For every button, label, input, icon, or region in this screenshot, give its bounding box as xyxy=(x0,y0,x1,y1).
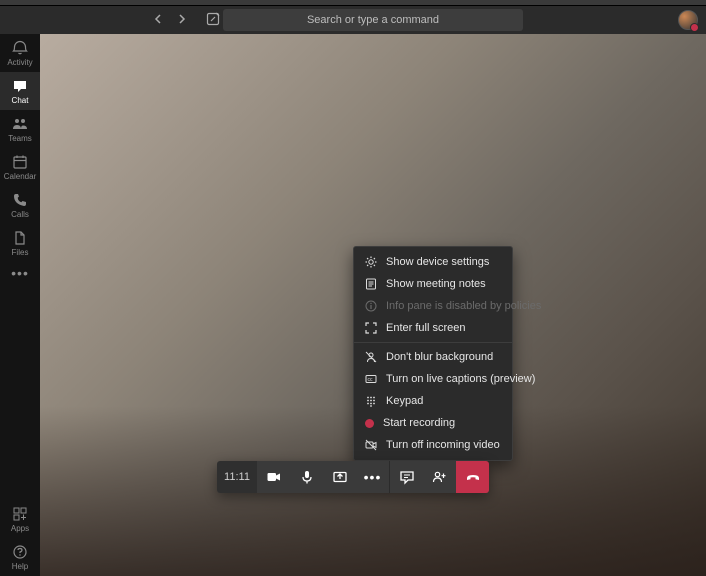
menu-label: Info pane is disabled by policies xyxy=(386,300,541,312)
menu-live-captions[interactable]: cc Turn on live captions (preview) xyxy=(354,368,512,390)
toggle-camera-button[interactable] xyxy=(257,461,290,493)
more-icon: ••• xyxy=(0,268,40,278)
keypad-icon xyxy=(365,395,377,407)
chat-icon xyxy=(399,469,415,485)
menu-label: Turn off incoming video xyxy=(386,439,500,451)
notes-icon xyxy=(365,278,377,290)
menu-label: Keypad xyxy=(386,395,423,407)
people-icon xyxy=(432,469,448,485)
fullscreen-icon xyxy=(365,322,377,334)
rail-activity[interactable]: Activity xyxy=(0,34,40,72)
search-input[interactable]: Search or type a command xyxy=(223,9,523,31)
menu-label: Start recording xyxy=(383,417,455,429)
new-chat-button[interactable] xyxy=(206,12,220,29)
rail-calls[interactable]: Calls xyxy=(0,186,40,224)
hangup-icon xyxy=(464,468,482,486)
rail-help[interactable]: Help xyxy=(0,538,40,576)
rail-files[interactable]: Files xyxy=(0,224,40,262)
more-actions-button[interactable]: ••• xyxy=(356,461,389,493)
captions-icon: cc xyxy=(365,373,377,385)
menu-fullscreen[interactable]: Enter full screen xyxy=(354,317,512,339)
rail-label: Activity xyxy=(7,58,32,67)
menu-info-pane-disabled: Info pane is disabled by policies xyxy=(354,295,512,317)
rail-label: Apps xyxy=(11,524,29,533)
title-bar: Search or type a command xyxy=(0,6,706,34)
more-icon: ••• xyxy=(364,469,382,485)
app-rail: Activity Chat Teams Calendar Calls Files… xyxy=(0,34,40,576)
rail-label: Calls xyxy=(11,210,29,219)
menu-separator xyxy=(354,342,512,343)
svg-text:cc: cc xyxy=(368,377,374,383)
mic-icon xyxy=(299,469,315,485)
rail-apps[interactable]: Apps xyxy=(0,500,40,538)
camera-icon xyxy=(266,469,282,485)
menu-label: Show meeting notes xyxy=(386,278,486,290)
toggle-mic-button[interactable] xyxy=(290,461,323,493)
menu-blur-background[interactable]: Don't blur background xyxy=(354,346,512,368)
nav-back-button[interactable] xyxy=(150,14,166,27)
record-icon xyxy=(365,419,374,428)
blur-icon xyxy=(365,351,377,363)
rail-calendar[interactable]: Calendar xyxy=(0,148,40,186)
info-icon xyxy=(365,300,377,312)
share-screen-button[interactable] xyxy=(323,461,356,493)
share-icon xyxy=(332,469,348,485)
menu-label: Turn on live captions (preview) xyxy=(386,373,535,385)
menu-label: Enter full screen xyxy=(386,322,465,334)
rail-label: Teams xyxy=(8,134,32,143)
hangup-button[interactable] xyxy=(456,461,489,493)
menu-device-settings[interactable]: Show device settings xyxy=(354,251,512,273)
video-off-icon xyxy=(365,439,377,451)
menu-keypad[interactable]: Keypad xyxy=(354,390,512,412)
presence-badge xyxy=(690,23,699,32)
show-participants-button[interactable] xyxy=(423,461,456,493)
menu-label: Don't blur background xyxy=(386,351,493,363)
rail-label: Chat xyxy=(12,96,29,105)
call-duration: 11:11 xyxy=(217,461,257,493)
menu-meeting-notes[interactable]: Show meeting notes xyxy=(354,273,512,295)
more-actions-menu: Show device settings Show meeting notes … xyxy=(353,246,513,461)
rail-chat[interactable]: Chat xyxy=(0,72,40,110)
call-toolbar: 11:11 ••• xyxy=(217,461,489,493)
menu-incoming-video[interactable]: Turn off incoming video xyxy=(354,434,512,456)
rail-label: Files xyxy=(12,248,29,257)
rail-teams[interactable]: Teams xyxy=(0,110,40,148)
show-conversation-button[interactable] xyxy=(390,461,423,493)
gear-icon xyxy=(365,256,377,268)
rail-label: Calendar xyxy=(4,172,36,181)
menu-start-recording[interactable]: Start recording xyxy=(354,412,512,434)
rail-label: Help xyxy=(12,562,28,571)
nav-forward-button[interactable] xyxy=(174,14,190,27)
menu-label: Show device settings xyxy=(386,256,489,268)
rail-more[interactable]: ••• xyxy=(0,262,40,285)
